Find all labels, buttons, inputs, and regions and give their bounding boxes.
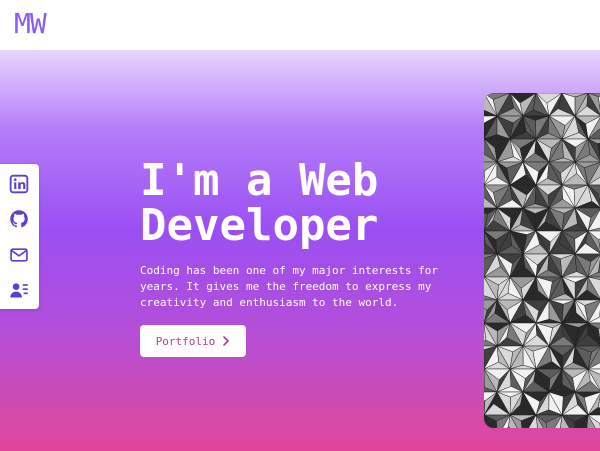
hero-tagline: Coding has been one of my major interest… (140, 264, 439, 309)
linkedin-icon (9, 174, 29, 194)
portfolio-button[interactable]: Portfolio (140, 325, 246, 357)
hero-headline: I'm a Web Developer (140, 158, 480, 248)
site-logo[interactable]: MW (14, 8, 47, 40)
linkedin-link[interactable] (9, 174, 29, 194)
hero-section: I'm a Web Developer Coding has been one … (0, 50, 600, 451)
social-links-bar (0, 164, 39, 309)
headline-line-1: I'm a Web (140, 155, 379, 206)
github-link[interactable] (9, 209, 29, 229)
mail-icon (10, 248, 28, 262)
email-link[interactable] (9, 245, 29, 265)
portfolio-button-label: Portfolio (155, 334, 216, 348)
geometric-triangles-image (484, 93, 600, 428)
navbar: MW (0, 0, 600, 50)
github-icon (10, 210, 28, 228)
resume-icon (10, 283, 28, 298)
resume-link[interactable] (9, 280, 29, 300)
chevron-right-icon (223, 336, 230, 346)
headline-line-2: Developer (140, 200, 379, 251)
